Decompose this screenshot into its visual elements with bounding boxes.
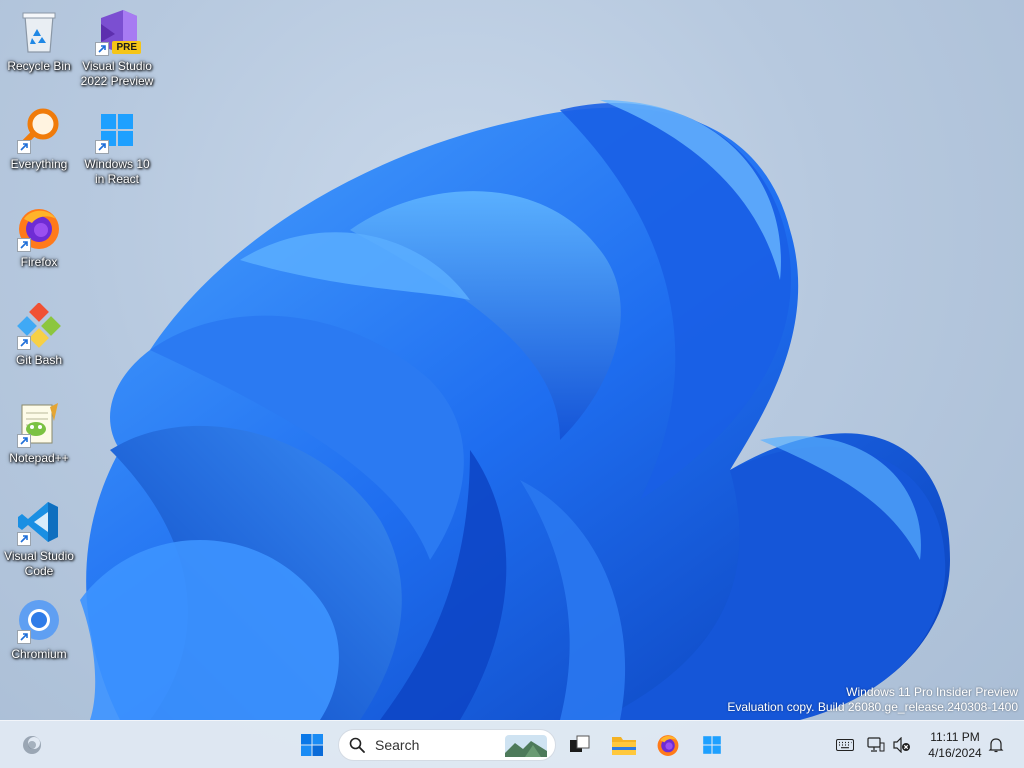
vscode-icon: [15, 498, 63, 546]
firefox-icon: [657, 735, 679, 756]
desktop-icon-visual-studio-2022-preview[interactable]: PRE Visual Studio 2022 Preview: [79, 8, 155, 96]
shortcut-arrow-icon: [95, 42, 109, 56]
desktop-icon-label: Git Bash: [15, 353, 63, 367]
watermark-build: Evaluation copy. Build 26080.ge_release.…: [727, 700, 1018, 714]
desktop-icon-label: Visual Studio 2022 Preview: [80, 59, 154, 88]
shortcut-arrow-icon: [17, 434, 31, 448]
git-bash-icon: [15, 302, 63, 350]
shortcut-arrow-icon: [17, 532, 31, 546]
file-explorer-button[interactable]: [606, 727, 642, 763]
chromium-icon: [15, 596, 63, 644]
desktop-icon-label: Recycle Bin: [7, 59, 71, 73]
file-explorer-icon: [612, 737, 636, 755]
clock-time: 11:11 PM: [930, 730, 980, 744]
desktop-icon-label: Firefox: [20, 255, 58, 269]
windows-10-react-icon: [703, 736, 721, 754]
desktop-icon-recycle-bin[interactable]: Recycle Bin: [1, 8, 77, 96]
preview-badge: PRE: [112, 41, 141, 54]
widgets-icon: [23, 736, 41, 754]
keyboard-button[interactable]: [835, 735, 855, 755]
taskbar: Search 11:11 PM 4/16/2024: [0, 720, 1024, 768]
desktop-icon-label: Notepad++: [9, 451, 69, 465]
desktop-icon-everything[interactable]: Everything: [1, 106, 77, 194]
desktop-icon-label: Everything: [10, 157, 68, 171]
desktop-icon-label: Visual Studio Code: [4, 549, 74, 578]
everything-search-icon: [15, 106, 63, 154]
desktop-icon-windows-10-in-react[interactable]: Windows 10 in React: [79, 106, 155, 194]
desktop-icon-visual-studio-code[interactable]: Visual Studio Code: [1, 498, 77, 586]
volume-muted-icon: [893, 737, 910, 753]
windows-logo-icon: [93, 106, 141, 154]
search-icon: [349, 737, 365, 753]
shortcut-arrow-icon: [17, 140, 31, 154]
network-icon: [867, 737, 885, 752]
desktop-icon-git-bash[interactable]: Git Bash: [1, 302, 77, 390]
keyboard-icon: [836, 739, 854, 751]
visual-studio-preview-icon: PRE: [93, 8, 141, 56]
search-placeholder: Search: [375, 737, 420, 753]
start-button[interactable]: [294, 727, 330, 763]
task-view-button[interactable]: [562, 727, 598, 763]
notification-bell-icon: [988, 738, 1004, 753]
desktop-icon-chromium[interactable]: Chromium: [1, 596, 77, 684]
firefox-icon: [15, 204, 63, 252]
search-highlight-icon: [505, 735, 547, 757]
watermark-edition: Windows 11 Pro Insider Preview: [846, 685, 1018, 699]
shortcut-arrow-icon: [17, 630, 31, 644]
shortcut-arrow-icon: [17, 336, 31, 350]
desktop-icon-firefox[interactable]: Firefox: [1, 204, 77, 292]
shortcut-arrow-icon: [95, 140, 109, 154]
taskbar-clock[interactable]: 11:11 PM 4/16/2024: [920, 729, 990, 761]
shortcut-arrow-icon: [17, 238, 31, 252]
notepad-plus-plus-icon: [15, 400, 63, 448]
evaluation-watermark: Windows 11 Pro Insider Preview Evaluatio…: [727, 685, 1018, 715]
volume-button[interactable]: [892, 735, 912, 755]
notifications-button[interactable]: [986, 735, 1006, 755]
task-view-icon: [570, 735, 590, 752]
desktop-icon-label: Chromium: [11, 647, 67, 661]
clock-date: 4/16/2024: [928, 746, 982, 760]
windows-10-react-taskbar-button[interactable]: [694, 727, 730, 763]
widgets-button[interactable]: [14, 727, 50, 763]
desktop-icon-label: Windows 10 in React: [84, 157, 150, 186]
firefox-taskbar-button[interactable]: [650, 727, 686, 763]
desktop-icon-notepad-plus-plus[interactable]: Notepad++: [1, 400, 77, 488]
recycle-bin-icon: [15, 8, 63, 56]
start-icon: [301, 734, 323, 756]
taskbar-search-box[interactable]: Search: [338, 729, 556, 761]
network-button[interactable]: [866, 735, 886, 755]
